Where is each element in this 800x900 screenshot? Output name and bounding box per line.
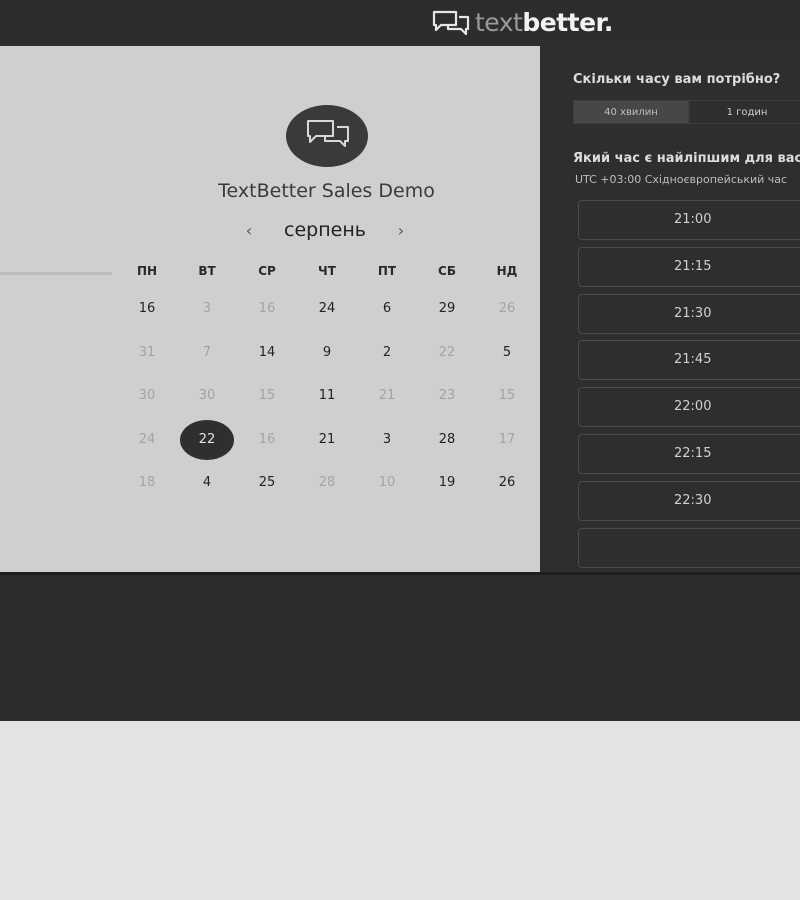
month-label: серпень bbox=[284, 219, 366, 241]
calendar-day: 24 bbox=[138, 431, 156, 447]
calendar-day: 15 bbox=[258, 388, 276, 403]
calendar-day: 23 bbox=[438, 388, 456, 403]
event-title: TextBetter Sales Demo bbox=[218, 180, 435, 202]
calendar-panel: TextBetter Sales Demo ‹ серпень › ПН ВТ СР… bbox=[0, 46, 540, 572]
time-slot-button[interactable] bbox=[578, 527, 800, 568]
weekday-label: ПН bbox=[136, 264, 158, 278]
calendar-day: 7 bbox=[202, 344, 212, 360]
calendar-day[interactable]: 6 bbox=[357, 289, 417, 329]
calendar-day: 28 bbox=[318, 475, 336, 490]
calendar-day[interactable]: 24 bbox=[297, 289, 357, 329]
weekday-label: НД bbox=[496, 264, 518, 278]
calendar-day: 18 bbox=[138, 475, 156, 490]
calendar-day: 31 bbox=[138, 344, 156, 360]
calendar-day[interactable]: 21 bbox=[297, 420, 357, 460]
chat-bubbles-icon bbox=[307, 120, 349, 147]
calendar-day-label: 22 bbox=[180, 419, 234, 460]
calendar-day: 16 bbox=[258, 301, 276, 316]
brand-text-light: text bbox=[475, 8, 523, 37]
calendar-day: 15 bbox=[498, 388, 516, 403]
duration-question: Скільки часу вам потрібно? bbox=[573, 72, 781, 87]
calendar-day[interactable]: 16 bbox=[117, 289, 177, 329]
weekday-label: ПТ bbox=[377, 264, 397, 278]
calendar-day: 30 bbox=[138, 388, 156, 403]
month-navigation: ‹ серпень › bbox=[240, 216, 410, 244]
duration-selector: 40 хвилин 1 годин bbox=[573, 100, 800, 124]
calendar-day[interactable]: 26 bbox=[477, 463, 537, 503]
footer-band bbox=[0, 572, 800, 721]
time-slot-button[interactable]: 21:00 bbox=[578, 200, 800, 240]
calendar-day: 17 bbox=[498, 431, 516, 447]
calendar-day[interactable]: 5 bbox=[477, 333, 537, 373]
divider bbox=[0, 272, 112, 275]
time-panel: Скільки часу вам потрібно? 40 хвилин 1 го… bbox=[540, 46, 800, 572]
weekday-label: СР bbox=[258, 264, 276, 278]
calendar-day-selected[interactable]: 22 bbox=[177, 419, 237, 460]
brand-logo[interactable]: text better. bbox=[432, 6, 613, 40]
calendar-day[interactable]: 25 bbox=[237, 463, 297, 503]
time-slot-button[interactable]: 21:45 bbox=[578, 340, 800, 381]
calendar-day[interactable]: 29 bbox=[417, 289, 477, 329]
calendar-day[interactable]: 28 bbox=[417, 420, 477, 460]
calendar-day[interactable]: 19 bbox=[417, 463, 477, 503]
chevron-left-icon[interactable]: ‹ bbox=[240, 221, 258, 240]
time-slot-button[interactable]: 21:15 bbox=[578, 246, 800, 287]
brand-text-bold: better. bbox=[522, 8, 613, 37]
footer-edge bbox=[0, 572, 800, 575]
calendar-day: 3 bbox=[202, 301, 212, 316]
weekday-label: ЧТ bbox=[318, 264, 336, 278]
timezone-label[interactable]: UTC +03:00 Східноєвропейський час bbox=[575, 173, 787, 186]
calendar-day[interactable]: 9 bbox=[297, 333, 357, 373]
duration-option[interactable]: 40 хвилин bbox=[573, 100, 689, 124]
weekday-header: ПН ВТ СР ЧТ ПТ СБ НД bbox=[117, 264, 537, 284]
calendar-day: 16 bbox=[258, 431, 276, 447]
weekday-label: ВТ bbox=[198, 264, 216, 278]
time-question: Який час є найліпшим для вас? bbox=[573, 151, 800, 166]
calendar-day: 22 bbox=[438, 344, 456, 360]
calendar-day[interactable]: 4 bbox=[177, 463, 237, 503]
weekday-label: СБ bbox=[438, 264, 456, 278]
calendar-day: 10 bbox=[378, 475, 396, 490]
calendar-day: 26 bbox=[498, 301, 516, 316]
calendar-day[interactable]: 11 bbox=[297, 376, 357, 416]
calendar-day: 21 bbox=[378, 388, 396, 403]
event-avatar bbox=[286, 105, 368, 167]
calendar-day[interactable]: 2 bbox=[357, 333, 417, 373]
time-slot-button[interactable]: 22:15 bbox=[578, 434, 800, 474]
top-bar: text better. bbox=[0, 0, 800, 46]
duration-option[interactable]: 1 годин bbox=[689, 100, 800, 124]
calendar-day[interactable]: 14 bbox=[237, 333, 297, 373]
chevron-right-icon[interactable]: › bbox=[392, 221, 410, 240]
time-slot-button[interactable]: 22:00 bbox=[578, 387, 800, 428]
time-slot-button[interactable]: 21:30 bbox=[578, 293, 800, 334]
chat-bubbles-icon bbox=[432, 10, 470, 36]
calendar-day[interactable]: 3 bbox=[357, 420, 417, 460]
time-slot-button[interactable]: 22:30 bbox=[578, 480, 800, 521]
calendar-day: 30 bbox=[198, 388, 216, 403]
